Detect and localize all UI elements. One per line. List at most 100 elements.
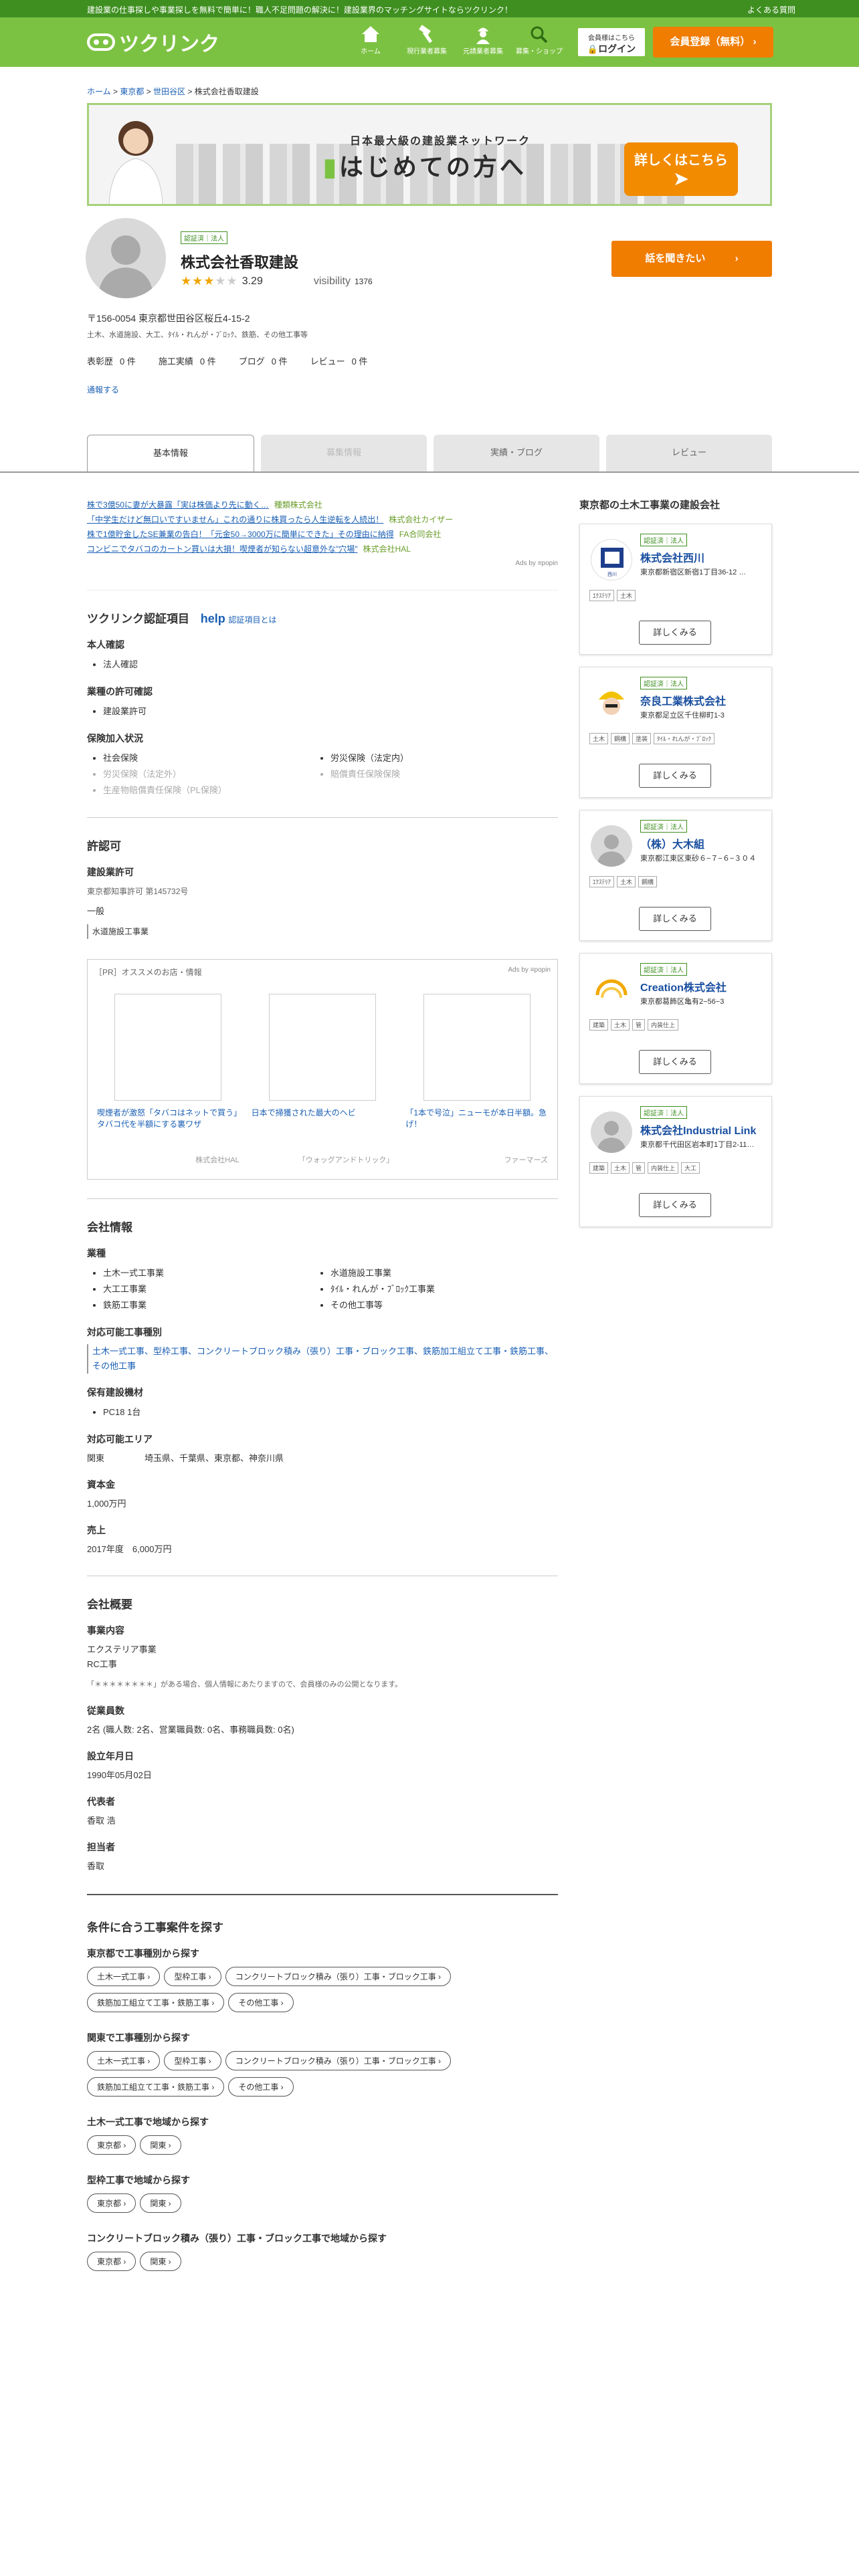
search-group-heading: 土木一式工事で地域から探す bbox=[87, 2117, 209, 2127]
employees-heading: 従業員数 bbox=[87, 1705, 124, 1716]
tab-reviews[interactable]: レビュー bbox=[606, 435, 772, 472]
sidebar-company-card[interactable]: 西川 認証済｜法人 株式会社西川 東京都新宿区新宿1丁目36-12 … ｴｸｽﾃﾘｱ… bbox=[579, 524, 772, 655]
pr-card-source: 株式会社HAL bbox=[195, 1156, 240, 1164]
tag: 大工 bbox=[681, 1162, 700, 1174]
ad-item: 株で3億50に妻が大暴露「実は株価より先に動く… 種類株式会社 bbox=[87, 498, 558, 512]
sales-value: 2017年度 6,000万円 bbox=[87, 1544, 172, 1554]
view-details-button[interactable]: 詳しくみる bbox=[639, 1193, 711, 1217]
privacy-note: 「＊＊＊＊＊＊＊＊」がある場合、個人情報にあたりますので、会員様のみの公開となり… bbox=[87, 1681, 403, 1689]
search-chip[interactable]: その他工事 › bbox=[228, 2077, 294, 2097]
sidebar-title: 東京都の土木工事業の建設会社 bbox=[579, 500, 721, 511]
nav-home[interactable]: ホーム bbox=[343, 23, 399, 56]
ad-link[interactable]: 株で1億貯金したSE兼業の告白！「元金50→3000万に簡単にできた」その理由に… bbox=[87, 530, 394, 539]
divider bbox=[87, 1894, 558, 1895]
company-address: 東京都千代田区岩本町1丁目2-11… bbox=[640, 1141, 755, 1149]
sidebar-company-card[interactable]: 認証済｜法人 Creation株式会社 東京都葛飾区亀有2−56−3 建築 土木管内装… bbox=[579, 953, 772, 1084]
list-item-inactive: 生産物賠償責任保険（PL保険） bbox=[103, 782, 330, 798]
search-chip[interactable]: 東京都 › bbox=[87, 2252, 136, 2271]
beginner-mark-icon: ▮ bbox=[323, 153, 339, 181]
pr-card[interactable]: 「1本で号泣」ニューモが本日半額。急げ！ ファーマーズ bbox=[403, 987, 551, 1168]
ad-link[interactable]: 株で3億50に妻が大暴露「実は株価より先に動く… bbox=[87, 500, 269, 510]
nav-contractor-search[interactable]: 現行業者募集 bbox=[399, 23, 455, 56]
breadcrumb-home[interactable]: ホーム bbox=[87, 87, 111, 96]
search-chip[interactable]: コンクリートブロック積み（張り）工事・ブロック工事 › bbox=[225, 2051, 452, 2070]
breadcrumb-city[interactable]: 世田谷区 bbox=[153, 87, 185, 96]
stat-blog: ブログ 0 件 bbox=[238, 356, 288, 366]
pr-card-image bbox=[269, 994, 376, 1101]
search-chip[interactable]: 関東 › bbox=[140, 2135, 181, 2155]
register-label: 会員登録（無料） bbox=[670, 36, 751, 47]
search-chip[interactable]: 土木一式工事 › bbox=[87, 2051, 161, 2070]
pr-card[interactable]: 日本で掃獲された最大のヘビ 「ウォッグアンドトリック」 bbox=[249, 987, 397, 1168]
company-name-link[interactable]: 株式会社西川 bbox=[640, 549, 767, 565]
search-chip[interactable]: 関東 › bbox=[140, 2193, 181, 2213]
capital-heading: 資本金 bbox=[87, 1479, 115, 1490]
nav-client-search[interactable]: 元請業者募集 bbox=[455, 23, 511, 56]
identity-list: 法人確認 bbox=[103, 657, 558, 673]
company-name-link[interactable]: 奈良工業株式会社 bbox=[640, 692, 767, 708]
company-name-link[interactable]: Creation株式会社 bbox=[640, 978, 767, 994]
company-name-link[interactable]: （株）大木組 bbox=[640, 835, 767, 851]
search-chip[interactable]: 東京都 › bbox=[87, 2135, 136, 2155]
tag-list: 建築 土木管内装仕上 大工 bbox=[589, 1162, 763, 1174]
list-item: 社会保険 bbox=[103, 750, 330, 766]
sidebar-company-card[interactable]: 認証済｜法人 株式会社Industrial Link 東京都千代田区岩本町1丁目2-… bbox=[579, 1096, 772, 1227]
search-chip[interactable]: 鉄筋加工組立て工事・鉄筋工事 › bbox=[87, 1993, 225, 2012]
tab-recruitment[interactable]: 募集情報 bbox=[261, 435, 427, 472]
view-details-button[interactable]: 詳しくみる bbox=[639, 764, 711, 788]
faq-link[interactable]: よくある質問 bbox=[747, 4, 795, 15]
view-details-button[interactable]: 詳しくみる bbox=[639, 1050, 711, 1074]
register-button[interactable]: 会員登録（無料） › bbox=[653, 27, 773, 58]
search-chip[interactable]: 関東 › bbox=[140, 2252, 181, 2271]
chevron-right-icon: › bbox=[735, 253, 739, 264]
announcement-text: 建設業の仕事探しや事業探しを無料で簡単に！職人不足問題の解決に！建設業界のマッチ… bbox=[87, 5, 512, 15]
nav-shop[interactable]: 募集・ショップ bbox=[511, 23, 567, 56]
pr-card[interactable]: 喫煙者が激怒「タバコはネットで買う」タバコ代を半額にする裏ワザ 株式会社HAL bbox=[94, 987, 242, 1168]
search-chip[interactable]: 土木一式工事 › bbox=[87, 1967, 161, 1986]
permit-work: 水道施設工事業 bbox=[87, 924, 558, 939]
search-chip[interactable]: 東京都 › bbox=[87, 2193, 136, 2213]
certified-badge: 認証済｜法人 bbox=[640, 677, 687, 689]
insurance-heading: 保険加入状況 bbox=[87, 733, 143, 744]
sidebar-company-card[interactable]: 認証済｜法人 （株）大木組 東京都江東区東砂６−７−６−３０４ ｴｸｽﾃﾘｱ 土木 鋼構… bbox=[579, 810, 772, 941]
default-avatar-icon bbox=[591, 825, 632, 867]
rating-row: ★★★★★ 3.29 visibility 1376 bbox=[181, 274, 373, 288]
pr-card-source: ファーマーズ bbox=[504, 1156, 549, 1164]
search-group-heading: 関東で工事種別から探す bbox=[87, 2032, 190, 2043]
search-chip[interactable]: 鉄筋加工組立て工事・鉄筋工事 › bbox=[87, 2077, 225, 2097]
search-chip[interactable]: 型枠工事 › bbox=[164, 1967, 221, 1986]
search-chip[interactable]: コンクリートブロック積み（張り）工事・ブロック工事 › bbox=[225, 1967, 452, 1986]
default-avatar-icon bbox=[98, 235, 154, 298]
view-details-button[interactable]: 詳しくみる bbox=[639, 907, 711, 931]
breadcrumb: ホーム > 東京都 > 世田谷区 > 株式会社香取建設 bbox=[87, 87, 259, 96]
cert-help-link[interactable]: 認証項目とは bbox=[228, 615, 276, 625]
search-chip[interactable]: その他工事 › bbox=[228, 1993, 294, 2012]
view-details-button[interactable]: 詳しくみる bbox=[639, 621, 711, 645]
hammer-icon bbox=[419, 25, 433, 43]
chevron-right-icon: › bbox=[753, 36, 757, 47]
insurance-list: 社会保険 労災保険（法定内） 労災保険（法定外） 賠償責任保険保険 生産物賠償責… bbox=[103, 750, 558, 798]
search-chip[interactable]: 型枠工事 › bbox=[164, 2051, 221, 2070]
work-types-heading: 対応可能工事種別 bbox=[87, 1327, 162, 1337]
list-item: 鉄筋工事業 bbox=[103, 1297, 330, 1313]
ad-link[interactable]: 「中学生だけど無口いですいません」これの通りに株買ったら人生逆転を人続出！ bbox=[87, 515, 383, 524]
company-name-link[interactable]: 株式会社Industrial Link bbox=[640, 1121, 767, 1138]
ad-sponsor: 株式会社カイザー bbox=[389, 515, 454, 524]
login-button[interactable]: 会員様はこちら 🔒ログイン bbox=[577, 27, 646, 58]
ad-link[interactable]: コンビニでタバコのカートン買いは大損！喫煙者が知らない超意外な"穴場" bbox=[87, 544, 358, 554]
report-link[interactable]: 通報する bbox=[87, 384, 119, 395]
breadcrumb-prefecture[interactable]: 東京都 bbox=[120, 87, 144, 96]
site-logo[interactable]: ツクリンク bbox=[87, 30, 219, 56]
banner-cta-button[interactable]: 詳しくはこちら ➤ bbox=[624, 142, 738, 196]
sidebar-company-card[interactable]: 認証済｜法人 奈良工業株式会社 東京都足立区千住柳町1-3 土木 鋼構 塗装 ﾀｲﾙ・れん… bbox=[579, 667, 772, 798]
tab-basic-info[interactable]: 基本情報 bbox=[87, 435, 254, 472]
tab-works-blog[interactable]: 実績・ブログ bbox=[434, 435, 599, 472]
stat-works: 施工実績 0 件 bbox=[158, 356, 216, 366]
search-icon bbox=[531, 26, 548, 43]
company-name: 株式会社香取建設 bbox=[181, 254, 299, 271]
capital-value: 1,000万円 bbox=[87, 1499, 126, 1509]
beginner-banner[interactable]: 日本最大級の建設業ネットワーク ▮はじめての方へ 詳しくはこちら ➤ bbox=[87, 103, 772, 206]
help-icon: help bbox=[200, 612, 225, 625]
talk-request-button[interactable]: 話を聞きたい › bbox=[611, 241, 772, 277]
rating-value: 3.29 bbox=[242, 275, 263, 287]
